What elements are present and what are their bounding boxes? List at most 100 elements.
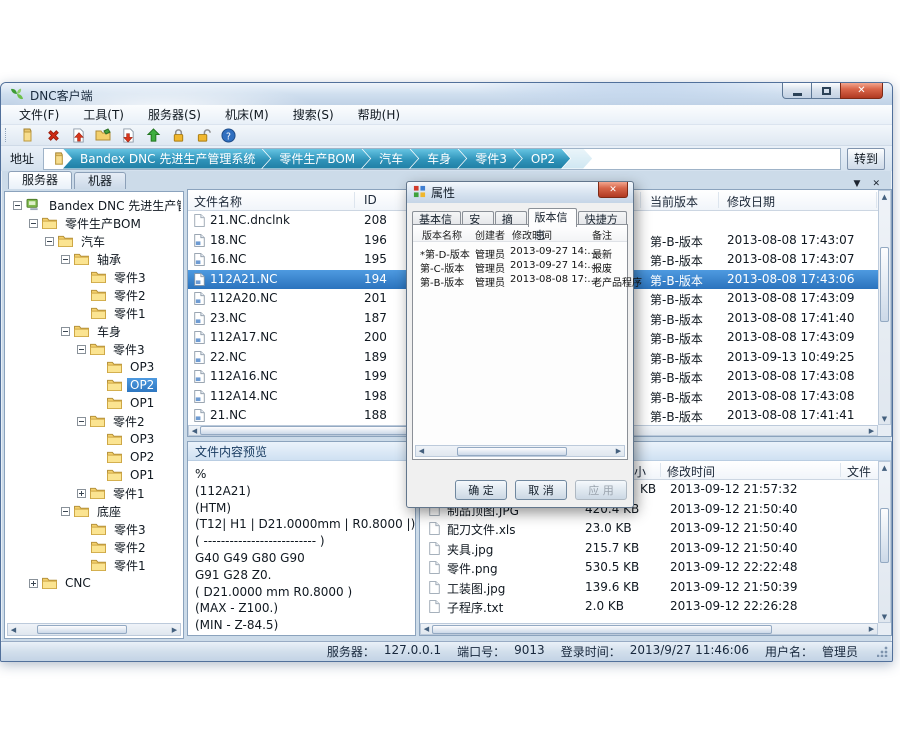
version-row[interactable]: *第-D-版本 管理员 2013-09-27 14:... 最新 — [413, 244, 627, 258]
tree-node[interactable]: OP2 — [7, 448, 181, 466]
tree-node[interactable]: 车身 — [7, 322, 181, 340]
new-folder-icon[interactable] — [19, 126, 37, 144]
tab-server[interactable]: 服务器 — [8, 171, 72, 189]
tree-node[interactable]: 零件1 — [7, 484, 181, 502]
tree-horizontal-scrollbar[interactable]: ◀▶ — [7, 623, 181, 636]
breadcrumb-auto[interactable]: 汽车 — [362, 149, 418, 169]
toolbar-grip — [5, 128, 9, 142]
lock-icon[interactable] — [169, 126, 187, 144]
tree-node[interactable]: 零件2 — [7, 412, 181, 430]
tree-node[interactable]: 零件1 — [7, 304, 181, 322]
column-version-name[interactable]: 版本名称 — [422, 227, 462, 242]
breadcrumb-part3[interactable]: 零件3 — [458, 149, 522, 169]
column-note[interactable]: 备注 — [592, 227, 612, 242]
tree-node[interactable]: OP3 — [7, 430, 181, 448]
checkin-document-icon[interactable] — [69, 126, 87, 144]
collapse-icon[interactable] — [13, 201, 22, 210]
tree-node[interactable]: 零件3 — [7, 268, 181, 286]
column-file-name[interactable]: 文件名称 — [194, 193, 242, 210]
expand-icon[interactable] — [29, 579, 38, 588]
breadcrumb-root[interactable]: Bandex DNC 先进生产管理系统 — [63, 149, 270, 169]
dialog-close-icon[interactable]: ✕ — [598, 182, 628, 198]
attachments-horizontal-scrollbar[interactable]: ◀▶ — [420, 623, 878, 635]
tree-node[interactable]: OP2 — [7, 376, 181, 394]
help-icon[interactable]: ? — [219, 126, 237, 144]
version-list-horizontal-scrollbar[interactable]: ◀▶ — [415, 445, 625, 457]
attachment-row[interactable]: 工装图.jpg139.6 KB2013-09-12 21:50:39 — [420, 578, 878, 598]
tree-node[interactable]: OP1 — [7, 394, 181, 412]
cancel-button[interactable]: 取 消 — [515, 480, 567, 500]
collapse-icon[interactable] — [61, 507, 70, 516]
tab-version-info[interactable]: 版本信息 — [528, 208, 577, 227]
expand-icon[interactable] — [77, 489, 86, 498]
attachment-size: 139.6 KB — [585, 580, 639, 594]
address-input[interactable]: Bandex DNC 先进生产管理系统 零件生产BOM 汽车 车身 零件3 OP… — [43, 148, 841, 170]
tree-node[interactable]: Bandex DNC 先进生产管理系统 — [7, 196, 181, 214]
column-mod-time[interactable]: 修改时间 — [512, 227, 552, 242]
ok-button[interactable]: 确 定 — [455, 480, 507, 500]
tree-node[interactable]: CNC — [7, 574, 181, 592]
menu-search[interactable]: 搜索(S) — [283, 104, 344, 125]
column-modified-time[interactable]: 修改时间 — [667, 463, 715, 480]
collapse-icon[interactable] — [61, 255, 70, 264]
title-bar[interactable]: DNC客户端 ✕ — [1, 83, 892, 105]
tree-node-label: 零件1 — [110, 485, 148, 502]
menu-tools[interactable]: 工具(T) — [73, 104, 134, 125]
upload-icon[interactable] — [144, 126, 162, 144]
menu-help[interactable]: 帮助(H) — [348, 104, 410, 125]
unlock-icon[interactable] — [194, 126, 212, 144]
attachment-row[interactable]: 配刀文件.xls23.0 KB2013-09-12 21:50:40 — [420, 519, 878, 539]
tree-node[interactable]: 汽车 — [7, 232, 181, 250]
dialog-title-bar[interactable]: 属性 ✕ — [407, 182, 633, 203]
breadcrumb-bom[interactable]: 零件生产BOM — [262, 149, 370, 169]
maximize-button[interactable] — [812, 83, 840, 99]
folder-icon — [107, 378, 123, 392]
collapse-icon[interactable] — [77, 417, 86, 426]
toolbar: ? — [1, 125, 892, 146]
close-panel-icon[interactable]: ✕ — [872, 179, 880, 189]
tree-node[interactable]: 零件2 — [7, 286, 181, 304]
file-list-vertical-scrollbar[interactable]: ▲▼ — [878, 190, 891, 425]
attachments-vertical-scrollbar[interactable]: ▲▼ — [878, 461, 891, 623]
file-name: 21.NC — [210, 408, 246, 422]
close-button[interactable]: ✕ — [840, 83, 883, 99]
attachment-row[interactable]: 夹具.jpg215.7 KB2013-09-12 21:50:40 — [420, 539, 878, 559]
tree-node[interactable]: 零件生产BOM — [7, 214, 181, 232]
collapse-icon[interactable] — [61, 327, 70, 336]
collapse-icon[interactable] — [29, 219, 38, 228]
version-row[interactable]: 第-B-版本 管理员 2013-08-08 17:... 老产品程序 — [413, 272, 627, 286]
attachment-row[interactable]: 零件.png530.5 KB2013-09-12 22:22:48 — [420, 558, 878, 578]
tab-machine[interactable]: 机器 — [74, 172, 126, 189]
column-id[interactable]: ID — [364, 193, 377, 207]
menu-file[interactable]: 文件(F) — [9, 104, 69, 125]
go-button[interactable]: 转到 — [847, 148, 885, 170]
version-row[interactable]: 第-C-版本 管理员 2013-09-27 14:... 报废 — [413, 258, 627, 272]
pin-panel-icon[interactable]: ▼ — [854, 179, 861, 189]
tree-node[interactable]: 轴承 — [7, 250, 181, 268]
menu-machine[interactable]: 机床(M) — [215, 104, 279, 125]
tree-node[interactable]: OP1 — [7, 466, 181, 484]
delete-icon[interactable] — [44, 126, 62, 144]
status-port-label: 端口号： — [457, 643, 505, 660]
menu-server[interactable]: 服务器(S) — [138, 104, 211, 125]
tree-node[interactable]: 零件2 — [7, 538, 181, 556]
tree-node[interactable]: 零件3 — [7, 340, 181, 358]
column-file[interactable]: 文件(& — [847, 463, 878, 480]
checkout-document-icon[interactable] — [119, 126, 137, 144]
tree-node[interactable]: OP3 — [7, 358, 181, 376]
open-folder-icon[interactable] — [94, 126, 112, 144]
breadcrumb-op2[interactable]: OP2 — [514, 149, 570, 169]
version-list-header[interactable]: 版本名称 创建者 修改时间 备注 — [413, 225, 627, 242]
tree-node[interactable]: 零件3 — [7, 520, 181, 538]
collapse-icon[interactable] — [45, 237, 54, 246]
resize-grip[interactable] — [877, 646, 888, 657]
minimize-button[interactable] — [782, 83, 812, 99]
breadcrumb-body[interactable]: 车身 — [410, 149, 466, 169]
tree-node[interactable]: 底座 — [7, 502, 181, 520]
column-modified-date[interactable]: 修改日期 — [727, 193, 775, 210]
column-current-version[interactable]: 当前版本 — [650, 193, 698, 210]
column-creator[interactable]: 创建者 — [475, 227, 505, 242]
attachment-row[interactable]: 子程序.txt2.0 KB2013-09-12 22:26:28 — [420, 597, 878, 617]
collapse-icon[interactable] — [77, 345, 86, 354]
tree-node[interactable]: 零件1 — [7, 556, 181, 574]
